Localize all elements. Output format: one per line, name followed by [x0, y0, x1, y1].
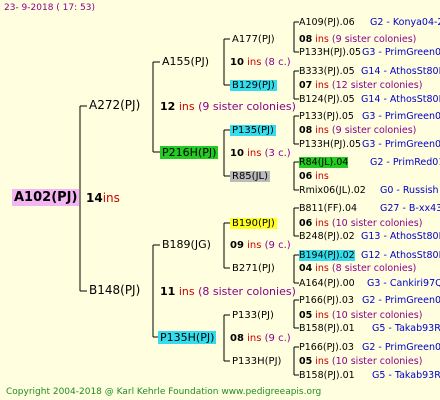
gen4-1-mel: G2 - Konya04-2 — [370, 17, 440, 28]
root-queen: A102(PJ) — [12, 189, 80, 206]
gen4-14-mel: G5 - Takab93R — [372, 323, 440, 334]
gen2-4-ins: 08 ins (9 c.) — [230, 333, 291, 344]
gen4-15-mel: G2 - PrimGreen00 — [362, 342, 440, 353]
gen4-6-mel: G3 - PrimGreen00 — [362, 139, 440, 150]
gen3-4-ins: 06 ins — [299, 171, 329, 182]
gen3-bee-7[interactable]: P133(PJ) — [230, 309, 276, 322]
gen1-b-ins: 11 ins (8 sister colonies) — [160, 285, 296, 298]
gen4-bee-15[interactable]: P166(PJ).03 — [299, 341, 354, 354]
gen3-2-ins: 07 ins (12 sister colonies) — [299, 80, 423, 91]
gen4-bee-13[interactable]: P166(PJ).03 — [299, 294, 354, 307]
gen3-5-ins: 06 ins (10 sister colonies) — [299, 218, 423, 229]
gen4-12-mel: G3 - Cankiri97Q — [367, 278, 440, 289]
gen2-3-ins: 09 ins (9 c.) — [230, 240, 291, 251]
gen4-bee-12[interactable]: A164(PJ).00 — [299, 277, 355, 290]
gen3-bee-6[interactable]: B271(PJ) — [230, 262, 277, 275]
pedigree-canvas: 23- 9-2018 ( 17: 53) A102(PJ) 14ins A272… — [0, 0, 440, 400]
gen3-6-ins: 04 ins (8 sister colonies) — [299, 263, 417, 274]
gen4-2-mel: G3 - PrimGreen00 — [362, 47, 440, 58]
gen1-bee-a[interactable]: A272(PJ) — [87, 99, 142, 112]
gen4-8-mel: G0 - Russish — [380, 185, 439, 196]
header-timestamp: 23- 9-2018 ( 17: 53) — [4, 3, 95, 13]
root-bee-id[interactable]: A102(PJ) — [12, 189, 80, 206]
gen4-7-mel: G2 - PrimRed01 — [370, 157, 440, 168]
gen3-bee-3[interactable]: P135(PJ) — [230, 124, 276, 137]
gen4-bee-3[interactable]: B333(PJ).05 — [299, 65, 355, 78]
gen3-3-ins: 08 ins (9 sister colonies) — [299, 125, 417, 136]
gen3-bee-2[interactable]: B129(PJ) — [230, 79, 277, 92]
gen1-a-ins: 12 ins (9 sister colonies) — [160, 100, 296, 113]
gen3-bee-1[interactable]: A177(PJ) — [230, 33, 277, 46]
gen2-bee-1[interactable]: A155(PJ) — [160, 55, 211, 68]
gen4-bee-2[interactable]: P133H(PJ).05 — [299, 46, 361, 59]
gen2-bee-3[interactable]: B189(JG) — [160, 238, 213, 251]
gen1-bee-b[interactable]: B148(PJ) — [87, 284, 142, 297]
footer-copyright: Copyright 2004-2018 @ Karl Kehrle Founda… — [6, 387, 322, 397]
gen4-10-mel: G13 - AthosSt80R — [361, 231, 440, 242]
gen2-bee-2[interactable]: P216H(PJ) — [160, 146, 219, 159]
gen4-9-mel: G27 - B-xx43 — [380, 203, 440, 214]
gen4-3-mel: G14 - AthosSt80R — [361, 66, 440, 77]
gen4-5-mel: G3 - PrimGreen00 — [362, 111, 440, 122]
gen4-bee-4[interactable]: B124(PJ).05 — [299, 93, 355, 106]
gen3-bee-5[interactable]: B190(PJ) — [230, 217, 277, 230]
gen4-bee-7[interactable]: R84(JL).04 — [299, 156, 349, 169]
gen3-7-ins: 05 ins (10 sister colonies) — [299, 310, 423, 321]
gen4-11-mel: G12 - AthosSt80R — [361, 250, 440, 261]
gen3-bee-8[interactable]: P133H(PJ) — [230, 355, 283, 368]
gen4-bee-11[interactable]: B194(PJ).02 — [299, 249, 355, 262]
gen3-bee-4[interactable]: R85(JL) — [230, 170, 270, 183]
gen4-bee-8[interactable]: Rmix06(JL).02 — [299, 184, 366, 197]
root-ins-count: 14ins — [86, 191, 120, 205]
gen4-4-mel: G14 - AthosSt80R — [361, 94, 440, 105]
gen4-bee-10[interactable]: B248(PJ).02 — [299, 230, 355, 243]
gen4-bee-6[interactable]: P133H(PJ).05 — [299, 138, 361, 151]
gen4-13-mel: G2 - PrimGreen00 — [362, 295, 440, 306]
gen3-1-ins: 08 ins (9 sister colonies) — [299, 34, 417, 45]
gen4-bee-14[interactable]: B158(PJ).01 — [299, 322, 355, 335]
gen3-8-ins: 05 ins (10 sister colonies) — [299, 356, 423, 367]
gen4-16-mel: G5 - Takab93R — [372, 370, 440, 381]
gen2-1-ins: 10 ins (8 c.) — [230, 57, 291, 68]
gen2-2-ins: 10 ins (3 c.) — [230, 148, 291, 159]
gen2-bee-4[interactable]: P135H(PJ) — [158, 331, 217, 344]
gen4-bee-9[interactable]: B811(FF).04 — [299, 202, 357, 215]
gen4-bee-1[interactable]: A109(PJ).06 — [299, 16, 355, 29]
gen4-bee-5[interactable]: P133(PJ).05 — [299, 110, 354, 123]
gen4-bee-16[interactable]: B158(PJ).01 — [299, 369, 355, 382]
